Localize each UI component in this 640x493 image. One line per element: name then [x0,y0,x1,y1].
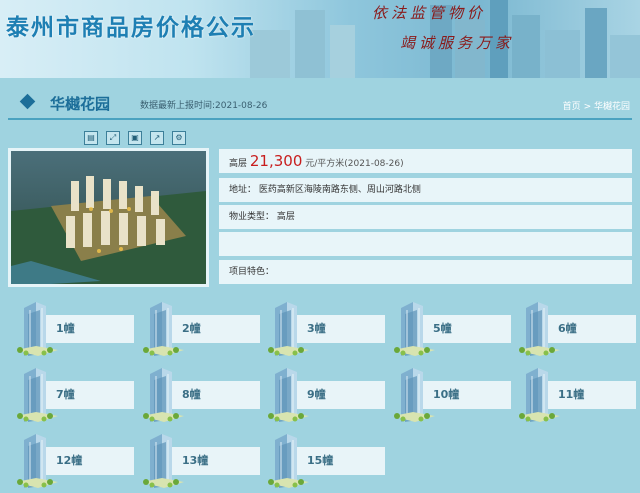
settings-icon[interactable]: ⚙ [172,131,186,145]
building-icon [267,302,309,356]
building-icon [16,434,58,488]
empty-info-row [219,232,632,256]
address-row: 地址： 医药高新区海陵南路东侧、周山河路北侧 [219,178,632,202]
building-item[interactable]: 3幢 [267,300,385,360]
header-banner: 泰州市商品房价格公示 依法监管物价 竭诚服务万家 [0,0,640,78]
property-type-row: 物业类型： 高层 [219,205,632,229]
building-icon [142,368,184,422]
building-label: 5幢 [433,322,452,335]
building-label: 1幢 [56,322,75,335]
building-label: 11幢 [558,388,585,401]
project-rendering-image[interactable] [8,148,209,287]
building-item[interactable]: 11幢 [518,366,636,426]
building-label: 12幢 [56,454,83,467]
building-icon [142,302,184,356]
building-label: 9幢 [307,388,326,401]
building-item[interactable]: 1幢 [16,300,134,360]
building-label: 15幢 [307,454,334,467]
building-item[interactable]: 8幢 [142,366,260,426]
building-item[interactable]: 2幢 [142,300,260,360]
building-label: 10幢 [433,388,460,401]
building-icon [267,434,309,488]
update-time: 数据最新上报时间:2021-08-26 [140,101,268,111]
building-label: 3幢 [307,322,326,335]
building-icon [518,368,560,422]
building-item[interactable]: 15幢 [267,432,385,492]
building-item[interactable]: 9幢 [267,366,385,426]
building-item[interactable]: 6幢 [518,300,636,360]
building-item[interactable]: 7幢 [16,366,134,426]
building-item[interactable]: 13幢 [142,432,260,492]
building-icon [393,302,435,356]
building-item[interactable]: 12幢 [16,432,134,492]
price-value: 21,300 [249,152,303,170]
site-title: 泰州市商品房价格公示 [6,15,256,41]
features-row: 项目特色： [219,260,632,284]
building-label: 2幢 [182,322,201,335]
slogan-line-2: 竭诚服务万家 [400,34,515,52]
expand-icon[interactable]: ⤢ [106,131,120,145]
project-title-bar: 华樾花园 数据最新上报时间:2021-08-26 首页 > 华樾花园 [8,88,632,120]
building-icon [142,434,184,488]
building-label: 13幢 [182,454,209,467]
price-row: 高层 21,300 元/平方米(2021-08-26) [219,149,632,173]
breadcrumb-separator: > [583,102,592,112]
building-label: 7幢 [56,388,75,401]
document-icon[interactable]: ▤ [84,131,98,145]
building-item[interactable]: 5幢 [393,300,511,360]
building-icon [16,302,58,356]
save-icon[interactable]: ▣ [128,131,142,145]
image-toolbar: ▤ ⤢ ▣ ↗ ⚙ [84,131,186,145]
project-name: 华樾花园 [50,95,111,113]
building-icon [518,302,560,356]
slogan-line-1: 依法监管物价 [372,4,487,22]
breadcrumb-home-link[interactable]: 首页 [563,102,581,112]
building-label: 8幢 [182,388,201,401]
price-type-label: 高层 [229,159,248,169]
share-icon[interactable]: ↗ [150,131,164,145]
building-icon [267,368,309,422]
building-item[interactable]: 10幢 [393,366,511,426]
price-unit: 元/平方米(2021-08-26) [305,159,404,169]
building-label: 6幢 [558,322,577,335]
building-icon [393,368,435,422]
breadcrumb: 首页 > 华樾花园 [563,99,630,112]
breadcrumb-current: 华樾花园 [593,102,630,112]
diamond-icon [19,93,36,110]
building-icon [16,368,58,422]
